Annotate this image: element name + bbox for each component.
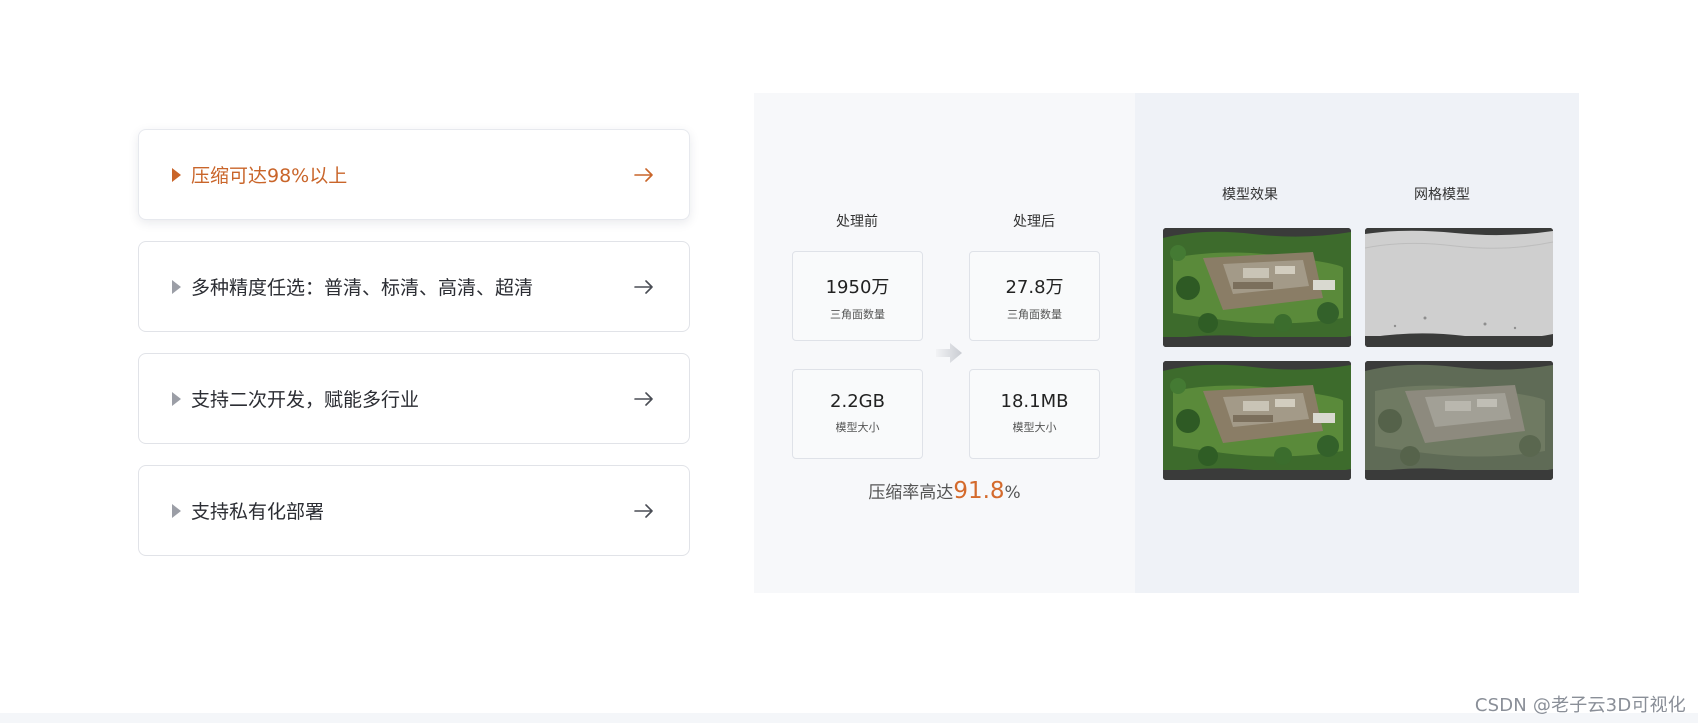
feature-label: 压缩可达98%以上 [191, 165, 348, 187]
after-faces-box: 27.8万 三角面数量 [969, 251, 1100, 341]
feature-item-private-deploy[interactable]: 支持私有化部署 [138, 465, 690, 556]
watermark: CSDN @老子云3D可视化 [1474, 695, 1686, 716]
feature-item-compression[interactable]: 压缩可达98%以上 [138, 129, 690, 220]
ratio-prefix: 压缩率高达 [868, 483, 954, 503]
mesh-overlay-image [1365, 361, 1553, 480]
before-faces-value: 1950万 [825, 277, 890, 298]
feature-label: 支持二次开发，赋能多行业 [191, 389, 420, 411]
caret-right-icon [172, 279, 181, 294]
ratio-suffix: % [1004, 483, 1021, 503]
arrow-right-icon [629, 501, 659, 521]
arrow-right-icon [629, 165, 659, 185]
mesh-model-image [1365, 228, 1553, 347]
before-size-label: 模型大小 [835, 421, 880, 434]
footer-band [0, 713, 1698, 723]
arrow-right-icon [629, 277, 659, 297]
feature-label: 多种精度任选：普清、标清、高清、超清 [191, 277, 534, 299]
after-size-box: 18.1MB 模型大小 [969, 369, 1100, 459]
arrow-right-icon [629, 389, 659, 409]
before-faces-box: 1950万 三角面数量 [792, 251, 923, 341]
effect-title: 模型效果 [1222, 187, 1278, 203]
compression-ratio: 压缩率高达91.8% [754, 478, 1135, 504]
before-title: 处理前 [836, 214, 878, 230]
after-title: 处理后 [1013, 214, 1055, 230]
after-faces-value: 27.8万 [1005, 277, 1064, 298]
before-size-value: 2.2GB [830, 391, 885, 412]
before-faces-label: 三角面数量 [830, 308, 885, 321]
after-size-label: 模型大小 [1012, 421, 1057, 434]
mesh-title: 网格模型 [1414, 187, 1470, 203]
caret-right-icon [172, 503, 181, 518]
feature-item-secondary-dev[interactable]: 支持二次开发，赋能多行业 [138, 353, 690, 444]
feature-label: 支持私有化部署 [191, 501, 325, 523]
model-effect-image-2 [1163, 361, 1351, 480]
process-arrow-icon [934, 340, 964, 366]
after-faces-label: 三角面数量 [1007, 308, 1062, 321]
after-size-value: 18.1MB [1000, 391, 1069, 412]
feature-item-precision[interactable]: 多种精度任选：普清、标清、高清、超清 [138, 241, 690, 332]
caret-right-icon [172, 167, 181, 182]
ratio-value: 91.8 [953, 478, 1005, 504]
caret-right-icon [172, 391, 181, 406]
model-effect-image [1163, 228, 1351, 347]
before-size-box: 2.2GB 模型大小 [792, 369, 923, 459]
